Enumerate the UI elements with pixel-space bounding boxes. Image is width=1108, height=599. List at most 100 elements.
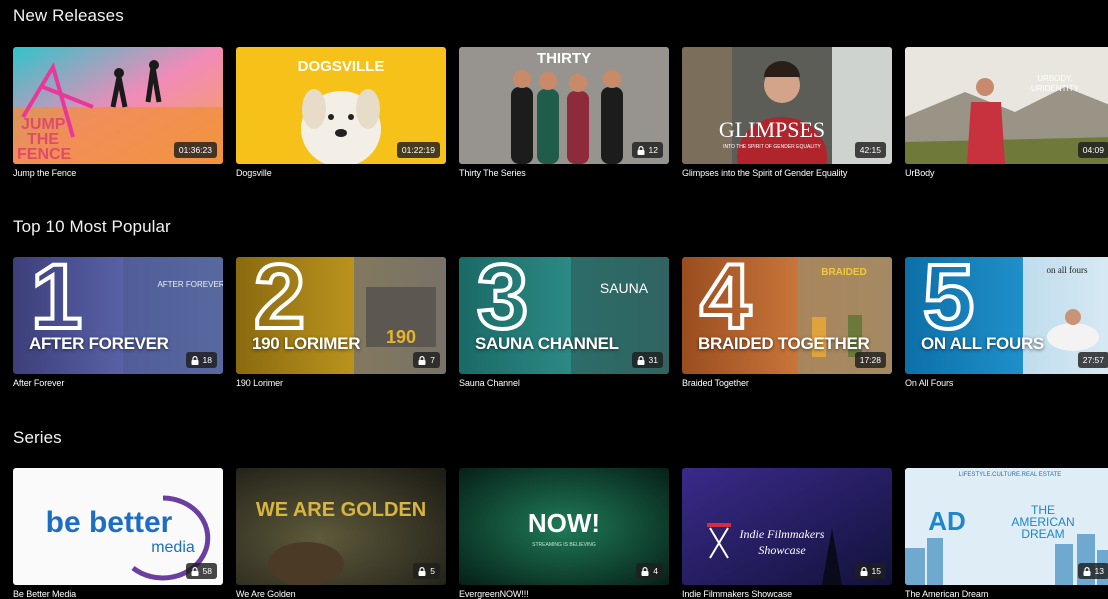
- rank-number: 5: [921, 257, 976, 348]
- thumbnail[interactable]: 190 2 190 LORIMER 7: [236, 257, 446, 374]
- duration-text: 27:57: [1082, 355, 1104, 365]
- episodes-badge: 4: [636, 563, 663, 579]
- svg-text:URIDENTITY: URIDENTITY: [1031, 84, 1080, 93]
- card-title[interactable]: 190 Lorimer: [236, 378, 446, 388]
- svg-text:be better: be better: [46, 506, 173, 539]
- svg-text:190: 190: [386, 327, 416, 347]
- rank-number: 2: [252, 257, 307, 348]
- episode-count: 4: [653, 566, 658, 576]
- svg-text:STREAMING IS BELIEVING: STREAMING IS BELIEVING: [532, 542, 596, 548]
- episode-count: 13: [1094, 566, 1104, 576]
- poster-title: ON ALL FOURS: [921, 334, 1044, 353]
- lock-icon: [191, 355, 199, 365]
- svg-text:FENCE: FENCE: [17, 146, 72, 163]
- card-indie-filmmakers[interactable]: Indie Filmmakers Showcase 15 Indie Filmm…: [682, 468, 892, 599]
- thumbnail[interactable]: AFTER FOREVER 1 AFTER FOREVER 18: [13, 257, 223, 374]
- duration-badge: 42:15: [854, 142, 886, 158]
- card-title[interactable]: Dogsville: [236, 168, 446, 178]
- episodes-badge: 13: [1077, 563, 1108, 579]
- rank-number: 1: [29, 257, 84, 348]
- poster-title: SAUNA CHANNEL: [475, 334, 619, 353]
- thumbnail[interactable]: on all fours 5 ON ALL FOURS 27:57: [905, 257, 1108, 374]
- thumbnail[interactable]: WE ARE GOLDEN 5: [236, 468, 446, 585]
- row-title-top-10: Top 10 Most Popular: [13, 217, 171, 236]
- card-on-all-fours[interactable]: on all fours 5 ON ALL FOURS 27:57 On All…: [905, 257, 1108, 388]
- card-we-are-golden[interactable]: WE ARE GOLDEN 5 We Are Golden: [236, 468, 446, 599]
- thumbnail[interactable]: GLIMPSES INTO THE SPIRIT OF GENDER EQUAL…: [682, 47, 892, 164]
- svg-text:AD: AD: [928, 506, 966, 536]
- episode-count: 58: [202, 566, 212, 576]
- duration-badge: 27:57: [1077, 352, 1108, 368]
- thumbnail[interactable]: THIRTY 12: [459, 47, 669, 164]
- duration-text: 04:09: [1082, 145, 1104, 155]
- duration-text: 01:36:23: [178, 145, 212, 155]
- lock-icon: [418, 566, 426, 576]
- card-title[interactable]: Sauna Channel: [459, 378, 669, 388]
- thumbnail[interactable]: Indie Filmmakers Showcase 15: [682, 468, 892, 585]
- episode-count: 5: [430, 566, 435, 576]
- card-dogsville[interactable]: DOGSVILLE 01:22:19 Dogsville: [236, 47, 446, 178]
- duration-badge: 17:28: [854, 352, 886, 368]
- svg-text:BRAIDED: BRAIDED: [821, 267, 867, 278]
- rank-number: 4: [698, 257, 753, 348]
- episodes-badge: 5: [413, 563, 440, 579]
- row-new-releases: JUMP THE FENCE 01:36:23 Jump the Fence D…: [13, 47, 1108, 178]
- svg-text:NOW!: NOW!: [528, 508, 600, 538]
- duration-badge: 01:22:19: [396, 142, 440, 158]
- duration-text: 42:15: [859, 145, 881, 155]
- card-title[interactable]: After Forever: [13, 378, 223, 388]
- card-evergreen-now[interactable]: NOW! STREAMING IS BELIEVING 4 EvergreenN…: [459, 468, 669, 599]
- thumbnail[interactable]: NOW! STREAMING IS BELIEVING 4: [459, 468, 669, 585]
- card-title[interactable]: EvergreenNOW!!!: [459, 589, 669, 599]
- card-braided-together[interactable]: BRAIDED 4 BRAIDED TOGETHER 17:28 Braided…: [682, 257, 892, 388]
- svg-text:INTO THE SPIRIT OF GENDER EQUA: INTO THE SPIRIT OF GENDER EQUALITY: [723, 144, 821, 150]
- card-title[interactable]: Glimpses into the Spirit of Gender Equal…: [682, 168, 892, 178]
- card-title[interactable]: Indie Filmmakers Showcase: [682, 589, 892, 599]
- svg-text:Indie Filmmakers: Indie Filmmakers: [739, 527, 825, 541]
- svg-text:Showcase: Showcase: [758, 543, 806, 557]
- card-title[interactable]: We Are Golden: [236, 589, 446, 599]
- lock-icon: [418, 355, 426, 365]
- svg-text:THIRTY: THIRTY: [537, 50, 591, 67]
- thumbnail[interactable]: LIFESTYLE.CULTURE.REAL ESTATE AD THE AME…: [905, 468, 1108, 585]
- poster-title: 190 LORIMER: [252, 334, 361, 353]
- card-title[interactable]: Braided Together: [682, 378, 892, 388]
- card-title[interactable]: Thirty The Series: [459, 168, 669, 178]
- card-glimpses[interactable]: GLIMPSES INTO THE SPIRIT OF GENDER EQUAL…: [682, 47, 892, 178]
- lock-icon: [860, 566, 868, 576]
- duration-badge: 04:09: [1077, 142, 1108, 158]
- svg-text:DREAM: DREAM: [1021, 527, 1064, 541]
- card-title[interactable]: On All Fours: [905, 378, 1108, 388]
- card-190-lorimer[interactable]: 190 2 190 LORIMER 7 190 Lorimer: [236, 257, 446, 388]
- episodes-badge: 18: [185, 352, 217, 368]
- card-jump-the-fence[interactable]: JUMP THE FENCE 01:36:23 Jump the Fence: [13, 47, 223, 178]
- episode-count: 18: [202, 355, 212, 365]
- card-be-better-media[interactable]: be better media 58 Be Better Media: [13, 468, 223, 599]
- svg-text:WE ARE GOLDEN: WE ARE GOLDEN: [256, 499, 426, 521]
- svg-text:SAUNA: SAUNA: [600, 280, 649, 296]
- episodes-badge: 15: [854, 563, 886, 579]
- card-the-american-dream[interactable]: LIFESTYLE.CULTURE.REAL ESTATE AD THE AME…: [905, 468, 1108, 599]
- episode-count: 12: [648, 145, 658, 155]
- thumbnail[interactable]: SAUNA 3 SAUNA CHANNEL 31: [459, 257, 669, 374]
- lock-icon: [1083, 566, 1091, 576]
- svg-text:on all fours: on all fours: [1047, 265, 1088, 275]
- duration-text: 17:28: [859, 355, 881, 365]
- card-title[interactable]: Jump the Fence: [13, 168, 223, 178]
- thumbnail[interactable]: BRAIDED 4 BRAIDED TOGETHER 17:28: [682, 257, 892, 374]
- thumbnail[interactable]: JUMP THE FENCE 01:36:23: [13, 47, 223, 164]
- episodes-badge: 58: [185, 563, 217, 579]
- card-sauna-channel[interactable]: SAUNA 3 SAUNA CHANNEL 31 Sauna Channel: [459, 257, 669, 388]
- thumbnail[interactable]: URBODY, URIDENTITY 04:09: [905, 47, 1108, 164]
- card-title[interactable]: Be Better Media: [13, 589, 223, 599]
- thumbnail[interactable]: DOGSVILLE 01:22:19: [236, 47, 446, 164]
- card-title[interactable]: The American Dream: [905, 589, 1108, 599]
- card-thirty-the-series[interactable]: THIRTY 12 Thirty The Series: [459, 47, 669, 178]
- episode-count: 7: [430, 355, 435, 365]
- svg-text:LIFESTYLE.CULTURE.REAL ESTATE: LIFESTYLE.CULTURE.REAL ESTATE: [959, 472, 1061, 478]
- card-after-forever[interactable]: AFTER FOREVER 1 AFTER FOREVER 18 After F…: [13, 257, 223, 388]
- card-title[interactable]: UrBody: [905, 168, 1108, 178]
- row-series: be better media 58 Be Better Media WE AR…: [13, 468, 1108, 599]
- card-urbody[interactable]: URBODY, URIDENTITY 04:09 UrBody: [905, 47, 1108, 178]
- thumbnail[interactable]: be better media 58: [13, 468, 223, 585]
